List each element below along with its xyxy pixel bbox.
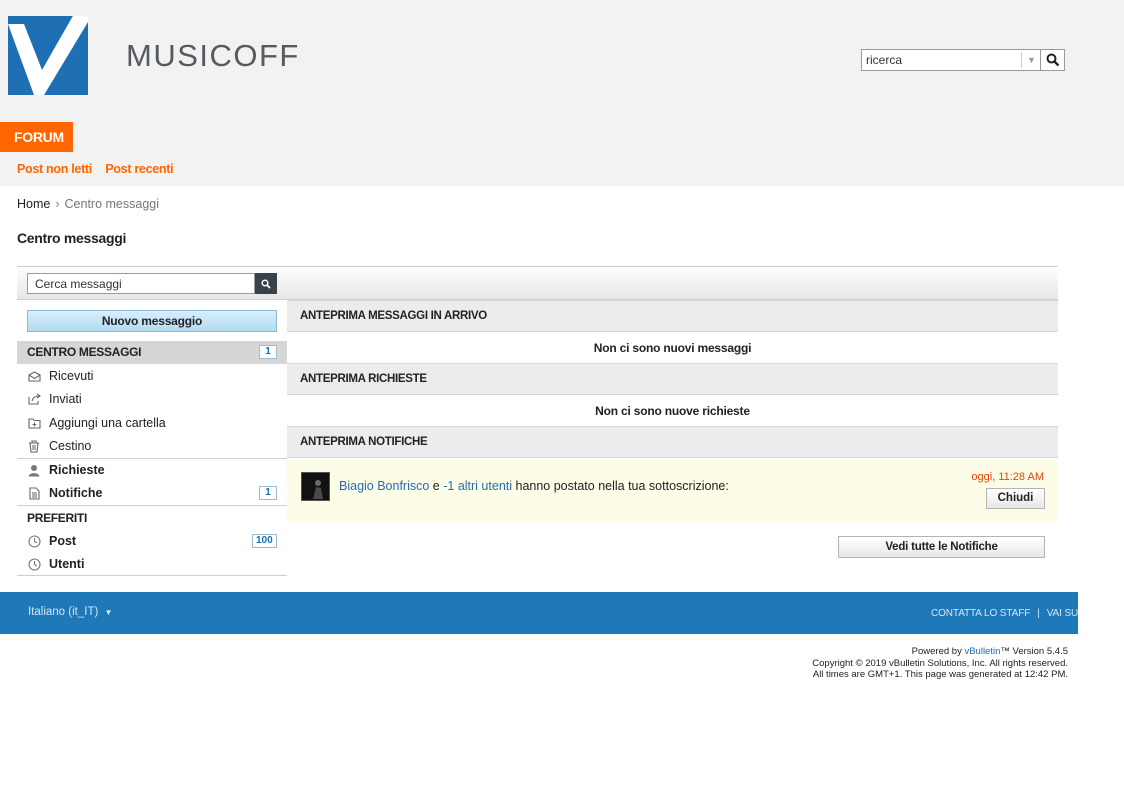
sidebar-favorites-header: PREFERITI: [27, 511, 87, 525]
contact-staff-link[interactable]: CONTATTA LO STAFF: [931, 608, 1030, 619]
language-selector[interactable]: Italiano (it_IT) ▼: [28, 606, 112, 618]
requests-empty-message: Non ci sono nuove richieste: [595, 404, 750, 418]
notification-conjunction: e: [429, 479, 444, 493]
sidebar-item-label: Notifiche: [49, 486, 103, 500]
add-folder-icon: [27, 416, 41, 430]
footer-separator: |: [1037, 608, 1040, 619]
sidebar-item-add-folder[interactable]: Aggiungi una cartella: [27, 413, 166, 433]
sent-icon: [27, 392, 41, 406]
avatar[interactable]: [301, 472, 330, 501]
requests-preview-header: ANTEPRIMA RICHIESTE: [287, 363, 1058, 395]
footer-links: CONTATTA LO STAFF | VAI SU: [931, 608, 1078, 619]
sidebar-item-trash[interactable]: Cestino: [27, 436, 91, 456]
sidebar-item-label: Utenti: [49, 557, 85, 571]
trash-icon: [27, 439, 41, 453]
user-icon: [27, 463, 41, 477]
sidebar-item-label: Ricevuti: [49, 369, 94, 383]
musicoff-logo-icon[interactable]: [8, 16, 88, 95]
sidebar-item-requests[interactable]: Richieste: [27, 460, 105, 480]
site-search-input[interactable]: ricerca ▼: [861, 49, 1041, 71]
sidebar-item-label: Aggiungi una cartella: [49, 416, 166, 430]
powered-by-prefix: Powered by: [911, 646, 965, 657]
new-message-button[interactable]: Nuovo messaggio: [27, 310, 277, 332]
powered-by-suffix: ™ Version 5.4.5: [1000, 646, 1068, 657]
sidebar-item-inbox[interactable]: Ricevuti: [27, 366, 93, 386]
notifications-count-badge: 1: [259, 486, 277, 500]
sidebar-item-favorite-posts[interactable]: Post: [27, 531, 76, 551]
breadcrumb-separator: ›: [55, 197, 60, 211]
vbulletin-link[interactable]: vBulletin: [964, 646, 1000, 657]
sidebar-item-label: Cestino: [49, 439, 92, 453]
clock-icon: [27, 534, 41, 548]
subnav-unread-posts[interactable]: Post non letti: [17, 162, 92, 176]
message-center-count-badge: 1: [259, 345, 277, 359]
see-all-notifications-button[interactable]: Vedi tutte le Notifiche: [838, 536, 1045, 558]
notification-timestamp: oggi, 11:28 AM: [971, 471, 1044, 483]
sidebar-item-label: Post: [49, 534, 77, 548]
page-title: Centro messaggi: [17, 230, 127, 246]
sidebar-item-notifications[interactable]: Notifiche: [27, 483, 102, 503]
sidebar-divider: [17, 458, 287, 459]
notification-user-link[interactable]: Biagio Bonfrisco: [339, 479, 429, 493]
sidebar-item-label: Richieste: [49, 463, 105, 477]
search-icon: [261, 278, 271, 289]
document-icon: [27, 486, 41, 500]
inbox-icon: [27, 369, 41, 383]
message-search-button[interactable]: [255, 273, 277, 294]
close-notification-button[interactable]: Chiudi: [986, 488, 1045, 509]
sidebar-item-sent[interactable]: Inviati: [27, 389, 82, 409]
notification-others-link[interactable]: -1 altri utenti: [443, 479, 512, 493]
inbox-preview-header: ANTEPRIMA MESSAGGI IN ARRIVO: [287, 300, 1058, 332]
copyright-text: Copyright © 2019 vBulletin Solutions, In…: [812, 657, 1068, 669]
search-dropdown-icon[interactable]: ▼: [1021, 52, 1041, 68]
search-icon: [1046, 53, 1059, 67]
site-logo-text[interactable]: MUSICOFF: [126, 38, 300, 74]
site-header: [0, 0, 1124, 186]
sidebar-divider: [17, 505, 287, 506]
breadcrumb-home[interactable]: Home: [17, 197, 50, 211]
tab-forum[interactable]: FORUM: [0, 122, 73, 152]
site-search-button[interactable]: [1040, 49, 1065, 71]
breadcrumb: Home › Centro messaggi: [17, 197, 159, 211]
go-up-link[interactable]: VAI SU: [1047, 608, 1079, 619]
clock-icon: [27, 557, 41, 571]
powered-by-line: Powered by vBulletin™ Version 5.4.5: [780, 646, 1068, 658]
sub-navigation: Post non letti Post recenti: [17, 162, 183, 176]
site-search-value[interactable]: ricerca: [866, 53, 902, 67]
sidebar-item-favorite-users[interactable]: Utenti: [27, 554, 84, 574]
sidebar-item-label: Inviati: [49, 392, 82, 406]
notifications-preview-header: ANTEPRIMA NOTIFICHE: [287, 426, 1058, 458]
copyright-block: Powered by vBulletin™ Version 5.4.5 Copy…: [780, 646, 1068, 681]
favorite-posts-count-badge: 100: [252, 534, 277, 548]
sidebar-message-center[interactable]: CENTRO MESSAGGI: [17, 341, 287, 364]
language-label: Italiano (it_IT): [28, 606, 99, 618]
site-footer: [0, 592, 1078, 634]
subnav-recent-posts[interactable]: Post recenti: [105, 162, 173, 176]
message-search-input[interactable]: Cerca messaggi: [27, 273, 255, 294]
breadcrumb-current: Centro messaggi: [64, 197, 160, 211]
chevron-down-icon: ▼: [104, 608, 113, 617]
inbox-empty-message: Non ci sono nuovi messaggi: [593, 341, 752, 355]
notification-message: hanno postato nella tua sottoscrizione:: [512, 479, 729, 493]
timezone-text: All times are GMT+1. This page was gener…: [812, 669, 1068, 680]
notification-text: Biagio Bonfrisco e -1 altri utenti hanno…: [339, 479, 729, 493]
